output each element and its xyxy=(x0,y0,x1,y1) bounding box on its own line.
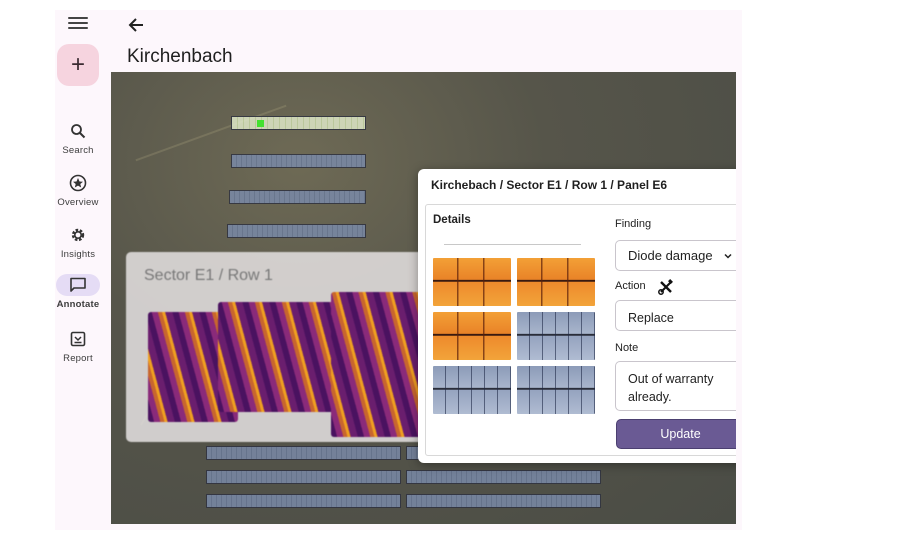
rail-item-overview[interactable]: Overview xyxy=(55,172,101,208)
selected-panel-marker[interactable] xyxy=(257,120,264,127)
menu-icon[interactable] xyxy=(68,14,88,32)
panel-row[interactable] xyxy=(206,494,401,508)
rail-item-insights[interactable]: Insights xyxy=(55,224,101,260)
add-button[interactable]: + xyxy=(57,44,99,86)
aerial-map[interactable]: Sector E1 / Row 1 Kirchebach / Sector E1… xyxy=(111,72,736,524)
finding-label: Finding xyxy=(615,218,652,230)
search-icon xyxy=(55,120,101,142)
panel-row[interactable] xyxy=(231,154,366,168)
details-panel: Details Finding Diode damage Action Repl… xyxy=(425,204,736,456)
rgb-thumbnail[interactable] xyxy=(517,312,595,360)
panel-row[interactable] xyxy=(206,446,401,460)
rail-item-search[interactable]: Search xyxy=(55,120,101,156)
finding-value: Diode damage xyxy=(628,248,713,263)
thermal-thumbnail[interactable] xyxy=(433,312,511,360)
update-button[interactable]: Update xyxy=(616,419,736,449)
star-circle-icon xyxy=(55,172,101,194)
note-field[interactable]: Out of warranty already. xyxy=(615,361,736,411)
tools-icon[interactable] xyxy=(658,279,674,295)
note-label: Note xyxy=(615,342,639,354)
panel-row[interactable] xyxy=(406,494,601,508)
rail-item-label: Overview xyxy=(57,197,99,208)
sector-title: Sector E1 / Row 1 xyxy=(144,267,273,284)
finding-select[interactable]: Diode damage xyxy=(615,240,736,271)
panel-row[interactable] xyxy=(229,190,366,204)
rail-item-label: Report xyxy=(63,353,93,364)
gear-icon xyxy=(55,224,101,246)
page-title: Kirchenbach xyxy=(127,46,233,67)
thermal-thumbnail[interactable] xyxy=(517,258,595,306)
rail-item-annotate[interactable]: Annotate xyxy=(55,274,101,310)
app-window: + Search Overview Insights Annotate Repo… xyxy=(55,10,742,530)
rail-item-report[interactable]: Report xyxy=(55,328,101,364)
action-label: Action xyxy=(615,280,646,292)
divider xyxy=(444,244,581,245)
breadcrumb: Kirchebach / Sector E1 / Row 1 / Panel E… xyxy=(431,178,668,192)
rgb-thumbnail[interactable] xyxy=(517,366,595,414)
rgb-thumbnail[interactable] xyxy=(433,366,511,414)
thermal-thumbnail[interactable] xyxy=(433,258,511,306)
annotation-popup: Kirchebach / Sector E1 / Row 1 / Panel E… xyxy=(418,169,736,463)
field-track xyxy=(135,104,287,162)
details-label: Details xyxy=(433,214,471,226)
back-arrow-icon[interactable] xyxy=(127,16,147,36)
action-field[interactable]: Replace xyxy=(615,300,736,331)
report-icon xyxy=(55,328,101,350)
panel-row[interactable] xyxy=(227,224,366,238)
panel-row-highlighted[interactable] xyxy=(231,116,366,130)
chevron-down-icon xyxy=(723,249,733,259)
rail-item-label: Search xyxy=(62,145,94,156)
comment-icon xyxy=(56,274,100,296)
rail-item-label: Annotate xyxy=(56,299,100,310)
panel-row[interactable] xyxy=(206,470,401,484)
thermal-image[interactable] xyxy=(218,302,338,412)
rail-item-label: Insights xyxy=(60,249,96,260)
navigation-rail: + Search Overview Insights Annotate Repo… xyxy=(55,10,111,530)
panel-row[interactable] xyxy=(406,470,601,484)
